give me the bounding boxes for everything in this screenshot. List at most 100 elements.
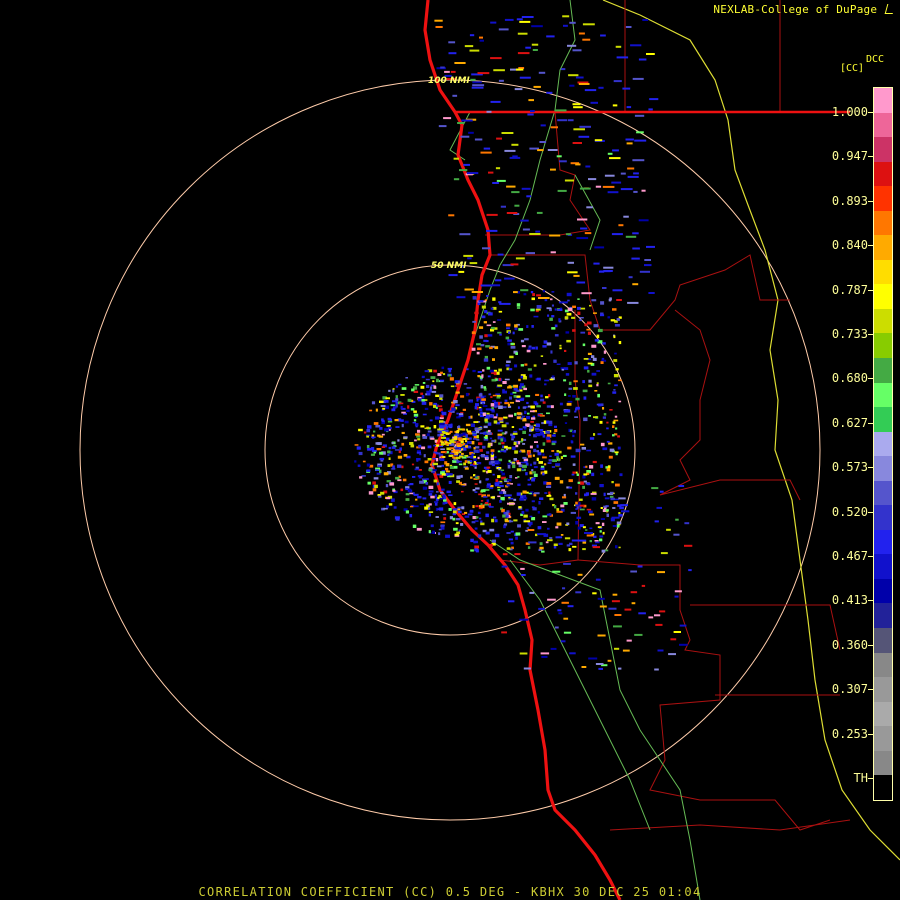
color-scale-tick-label: 0.840 xyxy=(808,238,874,252)
echo-pixel xyxy=(433,444,437,447)
echo-pixel xyxy=(401,431,405,434)
echo-pixel xyxy=(572,463,576,466)
echo-pixel xyxy=(458,270,465,273)
echo-pixel xyxy=(528,433,531,437)
echo-pixel xyxy=(546,486,552,488)
color-scale-tick-label: 0.360 xyxy=(808,638,874,652)
echo-pixel xyxy=(478,493,482,496)
echo-pixel xyxy=(570,511,576,514)
echo-pixel xyxy=(371,401,376,405)
echo-pixel xyxy=(505,512,509,516)
echo-pixel xyxy=(473,458,477,462)
echo-pixel xyxy=(490,57,502,60)
echo-pixel xyxy=(527,454,532,458)
echo-pixel xyxy=(610,319,615,322)
echo-pixel xyxy=(461,506,465,510)
radar-viewer: 100 NMI 50 NMI NEXLAB-College of DuPage … xyxy=(0,0,900,900)
echo-pixel xyxy=(412,524,417,528)
echo-pixel xyxy=(394,419,399,422)
echo-pixel xyxy=(458,433,464,437)
echo-pixel xyxy=(495,167,501,170)
echo-pixel xyxy=(554,452,559,456)
echo-pixel xyxy=(536,305,542,309)
echo-pixel xyxy=(572,471,576,474)
echo-pixel xyxy=(499,333,502,336)
echo-pixel xyxy=(511,438,514,441)
echo-pixel xyxy=(519,498,524,501)
echo-pixel xyxy=(475,505,479,508)
echo-pixel xyxy=(510,483,513,485)
echo-pixel xyxy=(471,331,476,335)
echo-pixel xyxy=(501,508,505,513)
echo-pixel xyxy=(478,427,483,430)
echo-pixel xyxy=(460,523,464,526)
echo-pixel xyxy=(521,415,526,418)
echo-pixel xyxy=(582,389,588,393)
echo-pixel xyxy=(420,385,425,389)
echo-pixel xyxy=(453,400,458,404)
echo-pixel xyxy=(582,548,586,551)
echo-pixel xyxy=(469,49,480,52)
echo-pixel xyxy=(591,372,597,376)
echo-pixel xyxy=(531,43,539,46)
echo-pixel xyxy=(405,377,408,379)
echo-pixel xyxy=(613,501,619,504)
echo-pixel xyxy=(478,300,484,303)
echo-pixel xyxy=(449,441,455,443)
echo-pixel xyxy=(448,424,453,428)
echo-pixel xyxy=(432,530,436,534)
echo-pixel xyxy=(439,425,445,429)
echo-pixel xyxy=(567,271,578,274)
echo-pixel xyxy=(630,591,638,594)
echo-pixel xyxy=(521,187,531,190)
echo-pixel xyxy=(531,428,534,432)
echo-pixel xyxy=(493,416,498,419)
echo-pixel xyxy=(501,424,507,428)
echo-pixel xyxy=(493,371,497,376)
echo-pixel xyxy=(473,449,479,453)
echo-pixel xyxy=(599,420,603,424)
echo-pixel xyxy=(546,405,552,408)
echo-pixel xyxy=(411,388,415,392)
echo-pixel xyxy=(613,335,616,339)
echo-pixel xyxy=(564,537,571,540)
echo-pixel xyxy=(499,499,502,503)
echo-pixel xyxy=(380,491,385,495)
echo-pixel xyxy=(480,396,485,399)
echo-pixel xyxy=(489,528,495,532)
echo-pixel xyxy=(476,398,479,402)
echo-pixel xyxy=(575,408,578,411)
echo-pixel xyxy=(474,138,483,141)
echo-pixel xyxy=(473,447,476,450)
echo-pixel xyxy=(578,83,590,85)
echo-pixel xyxy=(440,448,445,450)
echo-pixel xyxy=(568,387,573,390)
echo-pixel xyxy=(450,385,455,388)
echo-pixel xyxy=(531,500,535,503)
echo-pixel xyxy=(540,467,545,471)
echo-pixel xyxy=(455,522,459,525)
echo-pixel xyxy=(557,189,567,192)
echo-pixel xyxy=(505,364,510,367)
echo-pixel xyxy=(541,655,548,658)
echo-pixel xyxy=(520,289,529,292)
echo-pixel xyxy=(561,601,569,604)
echo-pixel xyxy=(675,518,679,521)
echo-pixel xyxy=(496,413,499,417)
echo-pixel xyxy=(546,439,551,443)
echo-pixel xyxy=(546,35,555,38)
echo-pixel xyxy=(615,45,622,48)
echo-pixel xyxy=(472,81,482,84)
echo-pixel xyxy=(535,308,541,311)
echo-pixel xyxy=(562,587,566,590)
echo-pixel xyxy=(445,534,450,538)
echo-pixel xyxy=(573,387,578,390)
echo-pixel xyxy=(603,413,607,416)
echo-pixel xyxy=(430,386,433,390)
echo-pixel xyxy=(594,339,599,342)
echo-pixel xyxy=(398,450,401,454)
echo-pixel xyxy=(547,314,550,317)
echo-pixel xyxy=(400,488,404,492)
echo-pixel xyxy=(563,493,566,497)
echo-pixel xyxy=(449,466,454,469)
